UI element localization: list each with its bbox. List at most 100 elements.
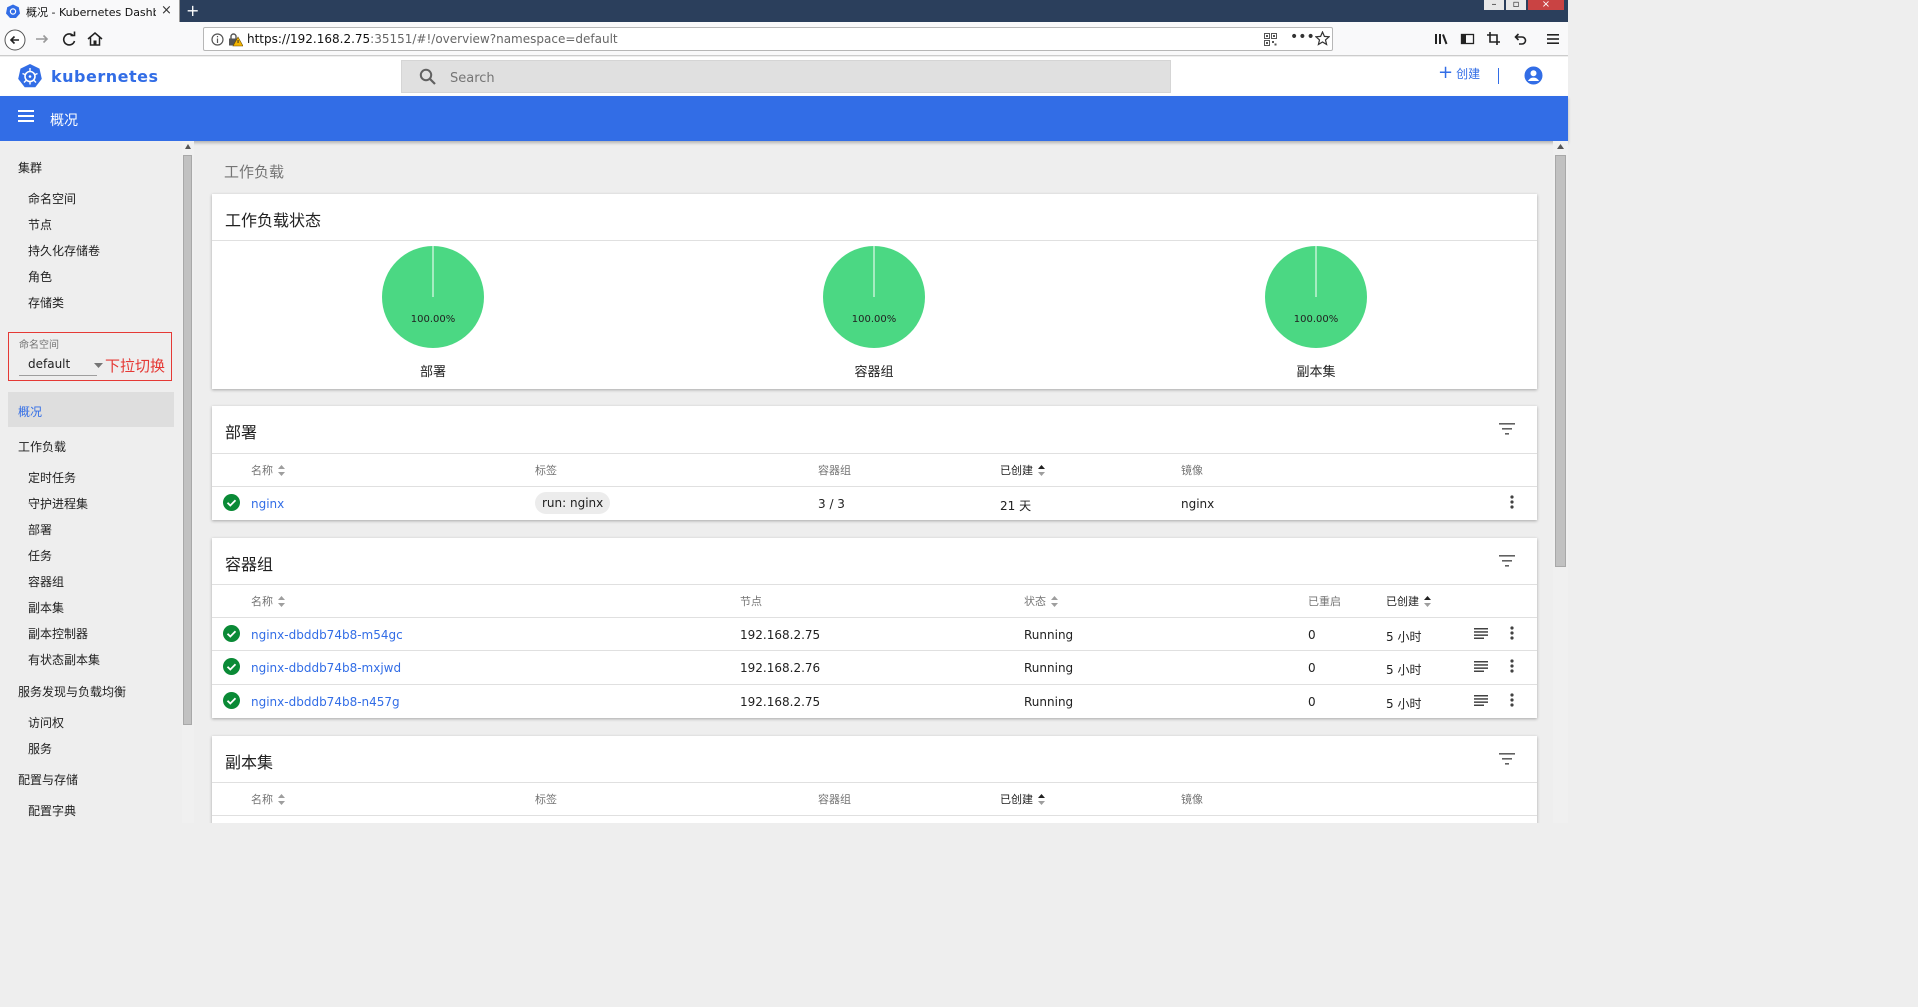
column-header-image: 镜像 xyxy=(1181,793,1203,806)
column-header-name[interactable]: 名称 xyxy=(251,462,285,478)
sidebar-item-daemonsets[interactable]: 守护进程集 xyxy=(28,495,88,512)
forward-icon[interactable] xyxy=(33,29,53,49)
home-icon[interactable] xyxy=(86,29,106,49)
search-icon xyxy=(419,68,437,86)
app-header: kubernetes + 创建 xyxy=(0,57,1568,96)
plus-icon: + xyxy=(1438,62,1454,83)
sidebar-item-deployments[interactable]: 部署 xyxy=(28,521,52,538)
browser-menu-icon[interactable] xyxy=(1546,29,1566,49)
logs-icon[interactable] xyxy=(1474,661,1488,672)
more-vert-icon[interactable] xyxy=(1510,626,1514,640)
brand-name[interactable]: kubernetes xyxy=(51,67,159,86)
sidebar-item-namespaces[interactable]: 命名空间 xyxy=(28,190,76,207)
sidebar-scrollbar-thumb[interactable] xyxy=(183,155,192,725)
bookmark-star-icon[interactable] xyxy=(1315,31,1330,46)
pod-status: Running xyxy=(1024,628,1074,642)
search-bar[interactable] xyxy=(401,60,1171,93)
status-ok-icon xyxy=(223,494,240,511)
hamburger-menu-icon[interactable] xyxy=(18,109,34,123)
info-icon[interactable] xyxy=(211,33,224,46)
sidebar-item-cronjobs[interactable]: 定时任务 xyxy=(28,469,76,486)
pod-name-link[interactable]: nginx-dbddb74b8-mxjwd xyxy=(251,661,401,675)
pod-name-link[interactable]: nginx-dbddb74b8-m54gc xyxy=(251,628,403,642)
library-icon[interactable] xyxy=(1434,29,1454,49)
account-icon[interactable] xyxy=(1524,66,1543,85)
back-icon[interactable] xyxy=(4,29,26,51)
column-header-name[interactable]: 名称 xyxy=(251,791,285,807)
sidebar-item-persistent-volumes[interactable]: 持久化存储卷 xyxy=(28,242,100,259)
more-vert-icon[interactable] xyxy=(1510,659,1514,673)
sidebar-item-ingresses[interactable]: 访问权 xyxy=(28,714,64,731)
reload-icon[interactable] xyxy=(60,29,80,49)
new-tab-icon[interactable]: + xyxy=(186,1,199,20)
pie-chart-pods: 100.00% xyxy=(823,246,925,348)
sidebar-item-replication-controllers[interactable]: 副本控制器 xyxy=(28,625,88,642)
sidebar-heading-config-storage[interactable]: 配置与存储 xyxy=(18,771,78,788)
sidebar-item-roles[interactable]: 角色 xyxy=(28,268,52,285)
sidebar-scrollbar[interactable] xyxy=(182,141,194,823)
page-actions-icon[interactable]: ••• xyxy=(1290,29,1315,45)
sidebar-item-nodes[interactable]: 节点 xyxy=(28,216,52,233)
column-header-restarts: 已重启 xyxy=(1308,595,1341,608)
header-divider xyxy=(1498,68,1499,84)
sidebar-heading-workloads[interactable]: 工作负载 xyxy=(18,438,66,455)
address-bar[interactable]: https://192.168.2.75:35151/#!/overview?n… xyxy=(203,27,1333,51)
label-chip: run: nginx xyxy=(535,492,611,514)
screenshot-icon[interactable] xyxy=(1486,29,1506,49)
column-header-name[interactable]: 名称 xyxy=(251,593,285,609)
filter-icon[interactable] xyxy=(1499,423,1515,435)
logs-icon[interactable] xyxy=(1474,628,1488,639)
sidebar-item-statefulsets[interactable]: 有状态副本集 xyxy=(28,651,100,668)
undo-history-icon[interactable] xyxy=(1512,29,1532,49)
workload-status-title: 工作负载状态 xyxy=(225,211,322,230)
sidebar-heading-cluster[interactable]: 集群 xyxy=(18,159,42,176)
browser-nav-bar: https://192.168.2.75:35151/#!/overview?n… xyxy=(0,22,1568,56)
sidebar-item-pods[interactable]: 容器组 xyxy=(28,573,64,590)
main-scrollbar[interactable] xyxy=(1553,141,1568,823)
sidebar-item-replicasets[interactable]: 副本集 xyxy=(28,599,64,616)
namespace-selector-label: 命名空间 xyxy=(19,340,59,351)
more-vert-icon[interactable] xyxy=(1510,693,1514,707)
sidebar-item-jobs[interactable]: 任务 xyxy=(28,547,52,564)
minimize-icon[interactable]: – xyxy=(1484,0,1504,10)
filter-icon[interactable] xyxy=(1499,555,1515,567)
pod-status: Running xyxy=(1024,695,1074,709)
sidebar-item-storage-classes[interactable]: 存储类 xyxy=(28,294,64,311)
column-header-name-label: 名称 xyxy=(251,793,273,806)
qr-code-icon[interactable] xyxy=(1264,33,1277,46)
browser-tab-title: 概况 - Kubernetes Dashboard xyxy=(26,6,156,19)
tab-close-icon[interactable]: × xyxy=(161,3,172,18)
sidebar-item-config-maps[interactable]: 配置字典 xyxy=(28,802,76,819)
create-button[interactable]: + 创建 xyxy=(1438,64,1480,82)
logs-icon[interactable] xyxy=(1474,695,1488,706)
deployment-created: 21 天 xyxy=(1000,499,1032,513)
window-close-icon[interactable]: × xyxy=(1528,0,1564,10)
column-header-created[interactable]: 已创建 xyxy=(1000,791,1045,807)
sidebar-toggle-icon[interactable] xyxy=(1460,29,1480,49)
search-input[interactable] xyxy=(450,68,1150,88)
pie-chart-replicasets: 100.00% xyxy=(1265,246,1367,348)
deployment-name-link[interactable]: nginx xyxy=(251,497,284,511)
filter-icon[interactable] xyxy=(1499,753,1515,765)
sidebar-item-overview[interactable]: 概况 xyxy=(8,392,174,427)
maximize-icon[interactable]: ▫ xyxy=(1506,0,1526,10)
namespace-select[interactable]: default xyxy=(19,352,103,376)
sidebar-item-services[interactable]: 服务 xyxy=(28,740,52,757)
replicasets-card: 副本集 名称 标签 容器组 已创建 镜像 xyxy=(212,736,1537,823)
browser-tab[interactable]: 概况 - Kubernetes Dashboard × xyxy=(0,0,180,22)
replicasets-title: 副本集 xyxy=(225,753,274,772)
main-scrollbar-thumb[interactable] xyxy=(1555,155,1566,567)
table-row: nginx run: nginx 3 / 3 21 天 nginx xyxy=(212,486,1537,519)
more-vert-icon[interactable] xyxy=(1510,495,1514,509)
pod-created: 5 小时 xyxy=(1386,663,1422,677)
column-header-status[interactable]: 状态 xyxy=(1024,593,1058,609)
pod-name-link[interactable]: nginx-dbddb74b8-n457g xyxy=(251,695,400,709)
kubernetes-logo-icon[interactable] xyxy=(17,63,43,89)
sidebar-heading-discovery[interactable]: 服务发现与负载均衡 xyxy=(18,683,126,700)
pod-restarts: 0 xyxy=(1308,695,1316,709)
column-header-created[interactable]: 已创建 xyxy=(1000,462,1045,478)
column-header-created[interactable]: 已创建 xyxy=(1386,593,1431,609)
insecure-lock-icon[interactable] xyxy=(227,32,243,47)
pod-node: 192.168.2.75 xyxy=(740,628,821,642)
pod-node: 192.168.2.76 xyxy=(740,661,821,675)
